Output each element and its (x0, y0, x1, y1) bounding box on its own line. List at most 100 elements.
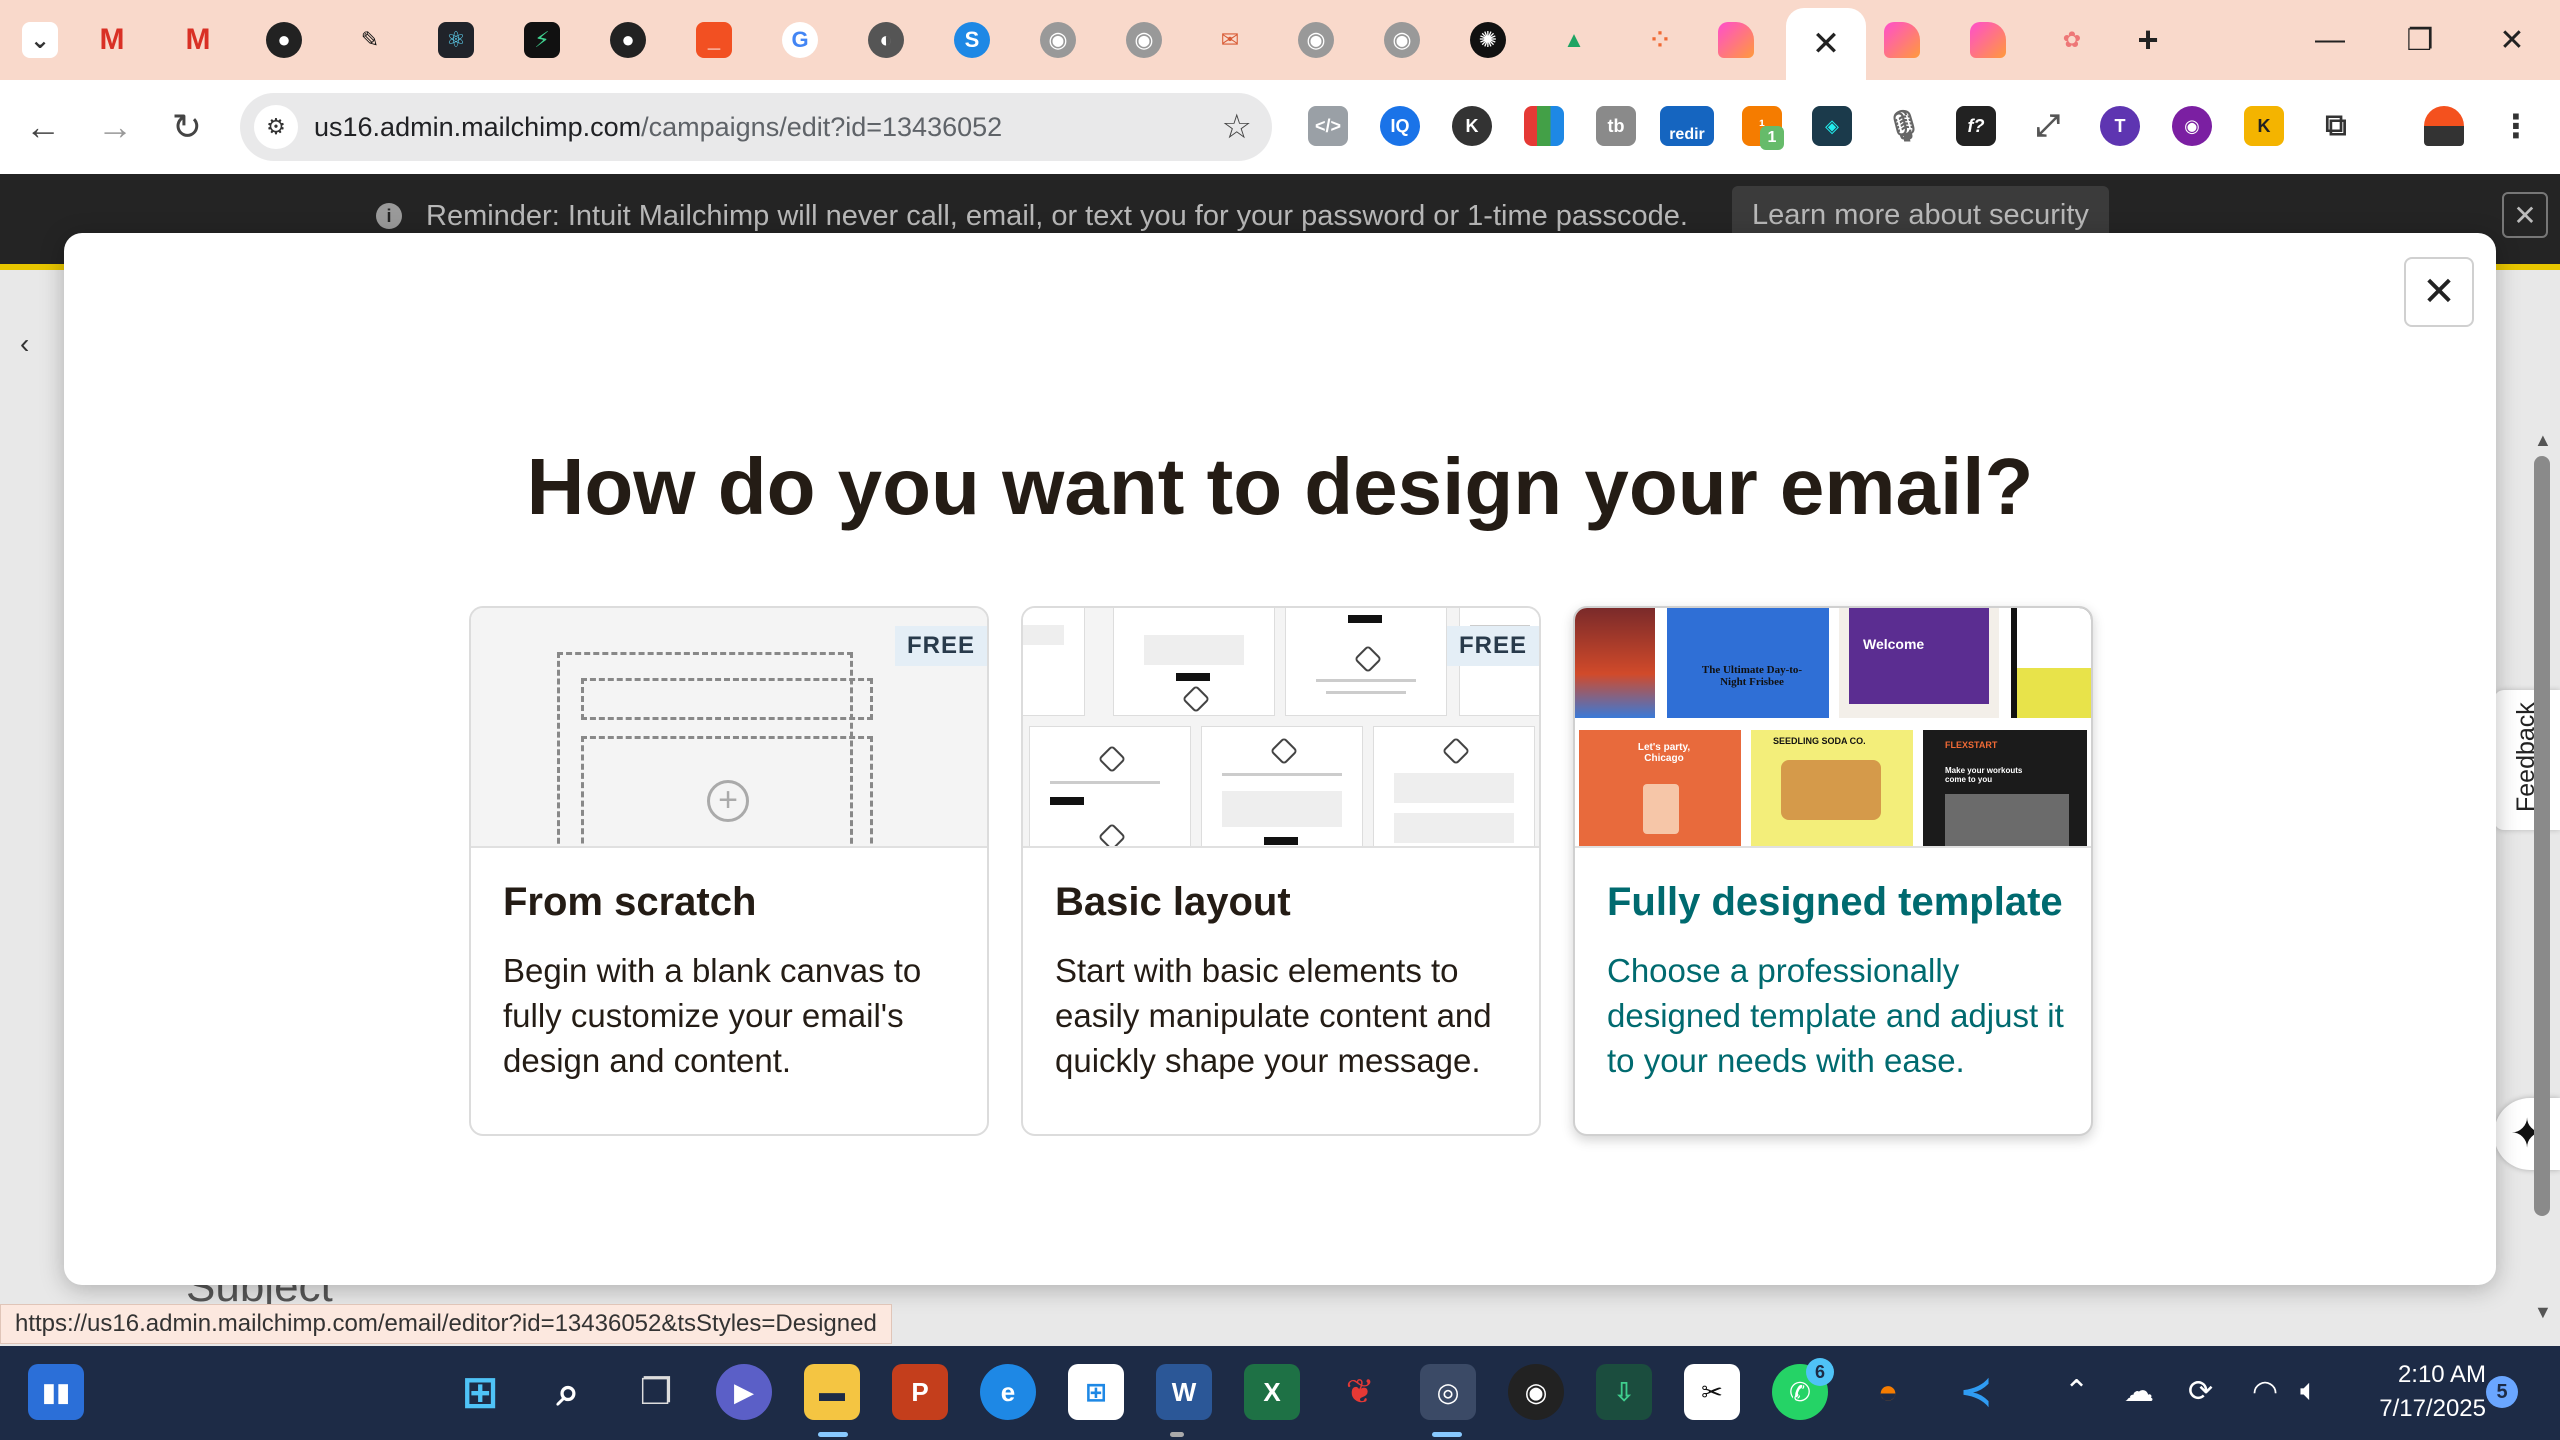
system-clock[interactable]: 2:10 AM 7/17/2025 (2366, 1358, 2486, 1426)
avatar-tab-icon[interactable]: ◉ (1040, 22, 1076, 58)
vscode-icon[interactable]: ≺ (1948, 1364, 2004, 1420)
iq-extension-icon[interactable]: IQ (1380, 106, 1420, 146)
sparkle-icon[interactable]: ✦ (2494, 1098, 2560, 1170)
google-tab-icon[interactable]: G (782, 22, 818, 58)
close-tab-icon[interactable]: ✕ (1812, 24, 1841, 64)
scrollbar-thumb[interactable] (2534, 456, 2550, 1216)
gmail-tab-icon[interactable]: M (94, 22, 130, 58)
task-view-icon[interactable]: ❐ (628, 1364, 684, 1420)
forward-icon[interactable]: → (90, 102, 140, 152)
card-from-scratch[interactable]: + FREE From scratch Begin with a blank c… (469, 606, 989, 1136)
reload-icon[interactable]: ↻ (162, 102, 212, 152)
sync-icon[interactable]: ⟳ (2188, 1374, 2213, 1409)
mail-tab-icon[interactable]: ✉ (1212, 22, 1248, 58)
active-tab[interactable]: ✕ (1786, 8, 1866, 80)
minimize-icon[interactable]: — (2306, 18, 2354, 62)
gmail-tab-icon[interactable]: M (180, 22, 216, 58)
wifi-icon[interactable]: ◠ (2252, 1374, 2278, 1409)
fruit-app-icon[interactable]: ❦ (1332, 1364, 1388, 1420)
vpn-app-icon[interactable]: ◓ (1860, 1364, 1916, 1420)
card-title: Basic layout (1055, 880, 1291, 924)
brain-tab-icon[interactable]: ✿ (2054, 22, 2090, 58)
banner-close-icon[interactable]: ✕ (2502, 192, 2548, 238)
card-description: Choose a professionally designed templat… (1607, 952, 2064, 1079)
redir-extension-icon[interactable]: redir (1660, 106, 1714, 146)
expand-extension-icon[interactable]: ⤢ (2028, 106, 2068, 146)
template-text: SEEDLING SODA CO. (1773, 736, 1866, 746)
obs-icon[interactable]: ◉ (1508, 1364, 1564, 1420)
word-icon[interactable]: W (1156, 1364, 1212, 1420)
mic-extension-icon[interactable]: 🎙︎ (1884, 106, 1924, 146)
red-tab-icon[interactable]: _ (696, 22, 732, 58)
search-icon[interactable]: ⌕ (540, 1364, 596, 1420)
k-extension-icon[interactable]: K (1452, 106, 1492, 146)
layout-preview (1029, 726, 1191, 846)
chevron-up-icon[interactable]: ⌃ (2064, 1374, 2089, 1409)
s-tab-icon[interactable]: S (954, 22, 990, 58)
from-scratch-thumbnail: + FREE (471, 608, 987, 848)
template-preview: SEEDLING SODA CO. (1751, 730, 1913, 846)
bolt-tab-icon[interactable]: ⚡ (524, 22, 560, 58)
edge-icon[interactable]: e (980, 1364, 1036, 1420)
dots-tab-icon[interactable]: ⁘ (1642, 22, 1678, 58)
github-tab-icon[interactable]: ● (610, 22, 646, 58)
claude-tab-icon[interactable] (1970, 22, 2006, 58)
teams-icon[interactable]: ▶ (716, 1364, 772, 1420)
restore-icon[interactable]: ❐ (2396, 18, 2444, 62)
download-app-icon[interactable]: ⇩ (1596, 1364, 1652, 1420)
widgets-icon[interactable]: ▮▮ (28, 1364, 84, 1420)
close-window-icon[interactable]: ✕ (2488, 18, 2536, 62)
excel-icon[interactable]: X (1244, 1364, 1300, 1420)
wand-tab-icon[interactable]: ✎ (352, 22, 388, 58)
tb-extension-icon[interactable]: tb (1596, 106, 1636, 146)
address-bar[interactable]: ⚙ us16.admin.mailchimp.com/campaigns/edi… (240, 93, 1272, 161)
claude-tab-icon[interactable] (1884, 22, 1920, 58)
feedback-tab[interactable]: Feedback (2494, 690, 2560, 830)
powerpoint-icon[interactable]: P (892, 1364, 948, 1420)
globe-tab-icon[interactable]: ◐ (868, 22, 904, 58)
back-icon[interactable]: ← (18, 102, 68, 152)
fx-extension-icon[interactable]: f? (1956, 106, 1996, 146)
modal-close-icon[interactable]: ✕ (2404, 257, 2474, 327)
capcut-icon[interactable]: ✂ (1684, 1364, 1740, 1420)
template-text: Make your workouts come to you (1945, 766, 2023, 784)
diamond-extension-icon[interactable]: ◈ (1812, 106, 1852, 146)
puzzle-extensions-icon[interactable]: ⧉ (2316, 106, 2356, 146)
profile-avatar-icon[interactable] (2424, 106, 2464, 146)
card-fully-designed-template[interactable]: The Ultimate Day-to-Night Frisbee Welcom… (1573, 606, 2093, 1136)
chevron-left-icon[interactable]: ‹ (20, 328, 29, 360)
store-icon[interactable]: ⊞ (1068, 1364, 1124, 1420)
url-text[interactable]: us16.admin.mailchimp.com/campaigns/edit?… (314, 112, 1002, 143)
scroll-up-icon[interactable]: ▲ (2534, 430, 2552, 451)
counter-badge: 1 (1760, 126, 1784, 150)
start-icon[interactable]: ⊞ (452, 1364, 508, 1420)
menu-kebab-icon[interactable]: ⋮ (2496, 106, 2536, 146)
site-settings-icon[interactable]: ⚙ (254, 105, 298, 149)
openai-tab-icon[interactable]: ✺ (1470, 22, 1506, 58)
bookmark-star-icon[interactable]: ☆ (1222, 107, 1252, 147)
onedrive-icon[interactable]: ☁ (2124, 1374, 2154, 1409)
avatar-tab-icon[interactable]: ◉ (1126, 22, 1162, 58)
volume-icon[interactable]: 🔈︎ (2300, 1374, 2318, 1408)
file-explorer-icon[interactable]: ▬ (804, 1364, 860, 1420)
drive-tab-icon[interactable]: ▲ (1556, 22, 1592, 58)
code-extension-icon[interactable]: </> (1308, 106, 1348, 146)
github-tab-icon[interactable]: ● (266, 22, 302, 58)
avatar-tab-icon[interactable]: ◉ (1298, 22, 1334, 58)
react-tab-icon[interactable]: ⚛ (438, 22, 474, 58)
chrome-icon[interactable]: ◎ (1420, 1364, 1476, 1420)
avatar-tab-icon[interactable]: ◉ (1384, 22, 1420, 58)
info-icon: i (376, 203, 402, 229)
grid-extension-icon[interactable] (1524, 106, 1564, 146)
t-extension-icon[interactable]: T (2100, 106, 2140, 146)
scroll-down-icon[interactable]: ▼ (2534, 1302, 2552, 1323)
tab-search-icon[interactable]: ⌄ (22, 22, 58, 58)
new-tab-button[interactable]: + (2130, 19, 2166, 60)
notification-badge[interactable]: 5 (2486, 1376, 2518, 1408)
yellow-extension-icon[interactable]: K (2244, 106, 2284, 146)
template-text: The Ultimate Day-to-Night Frisbee (1701, 664, 1803, 688)
claude-tab-icon[interactable] (1718, 22, 1754, 58)
eye-extension-icon[interactable]: ◉ (2172, 106, 2212, 146)
card-basic-layout[interactable]: FREE Basic layout Start with basic eleme… (1021, 606, 1541, 1136)
active-indicator (1170, 1432, 1184, 1437)
